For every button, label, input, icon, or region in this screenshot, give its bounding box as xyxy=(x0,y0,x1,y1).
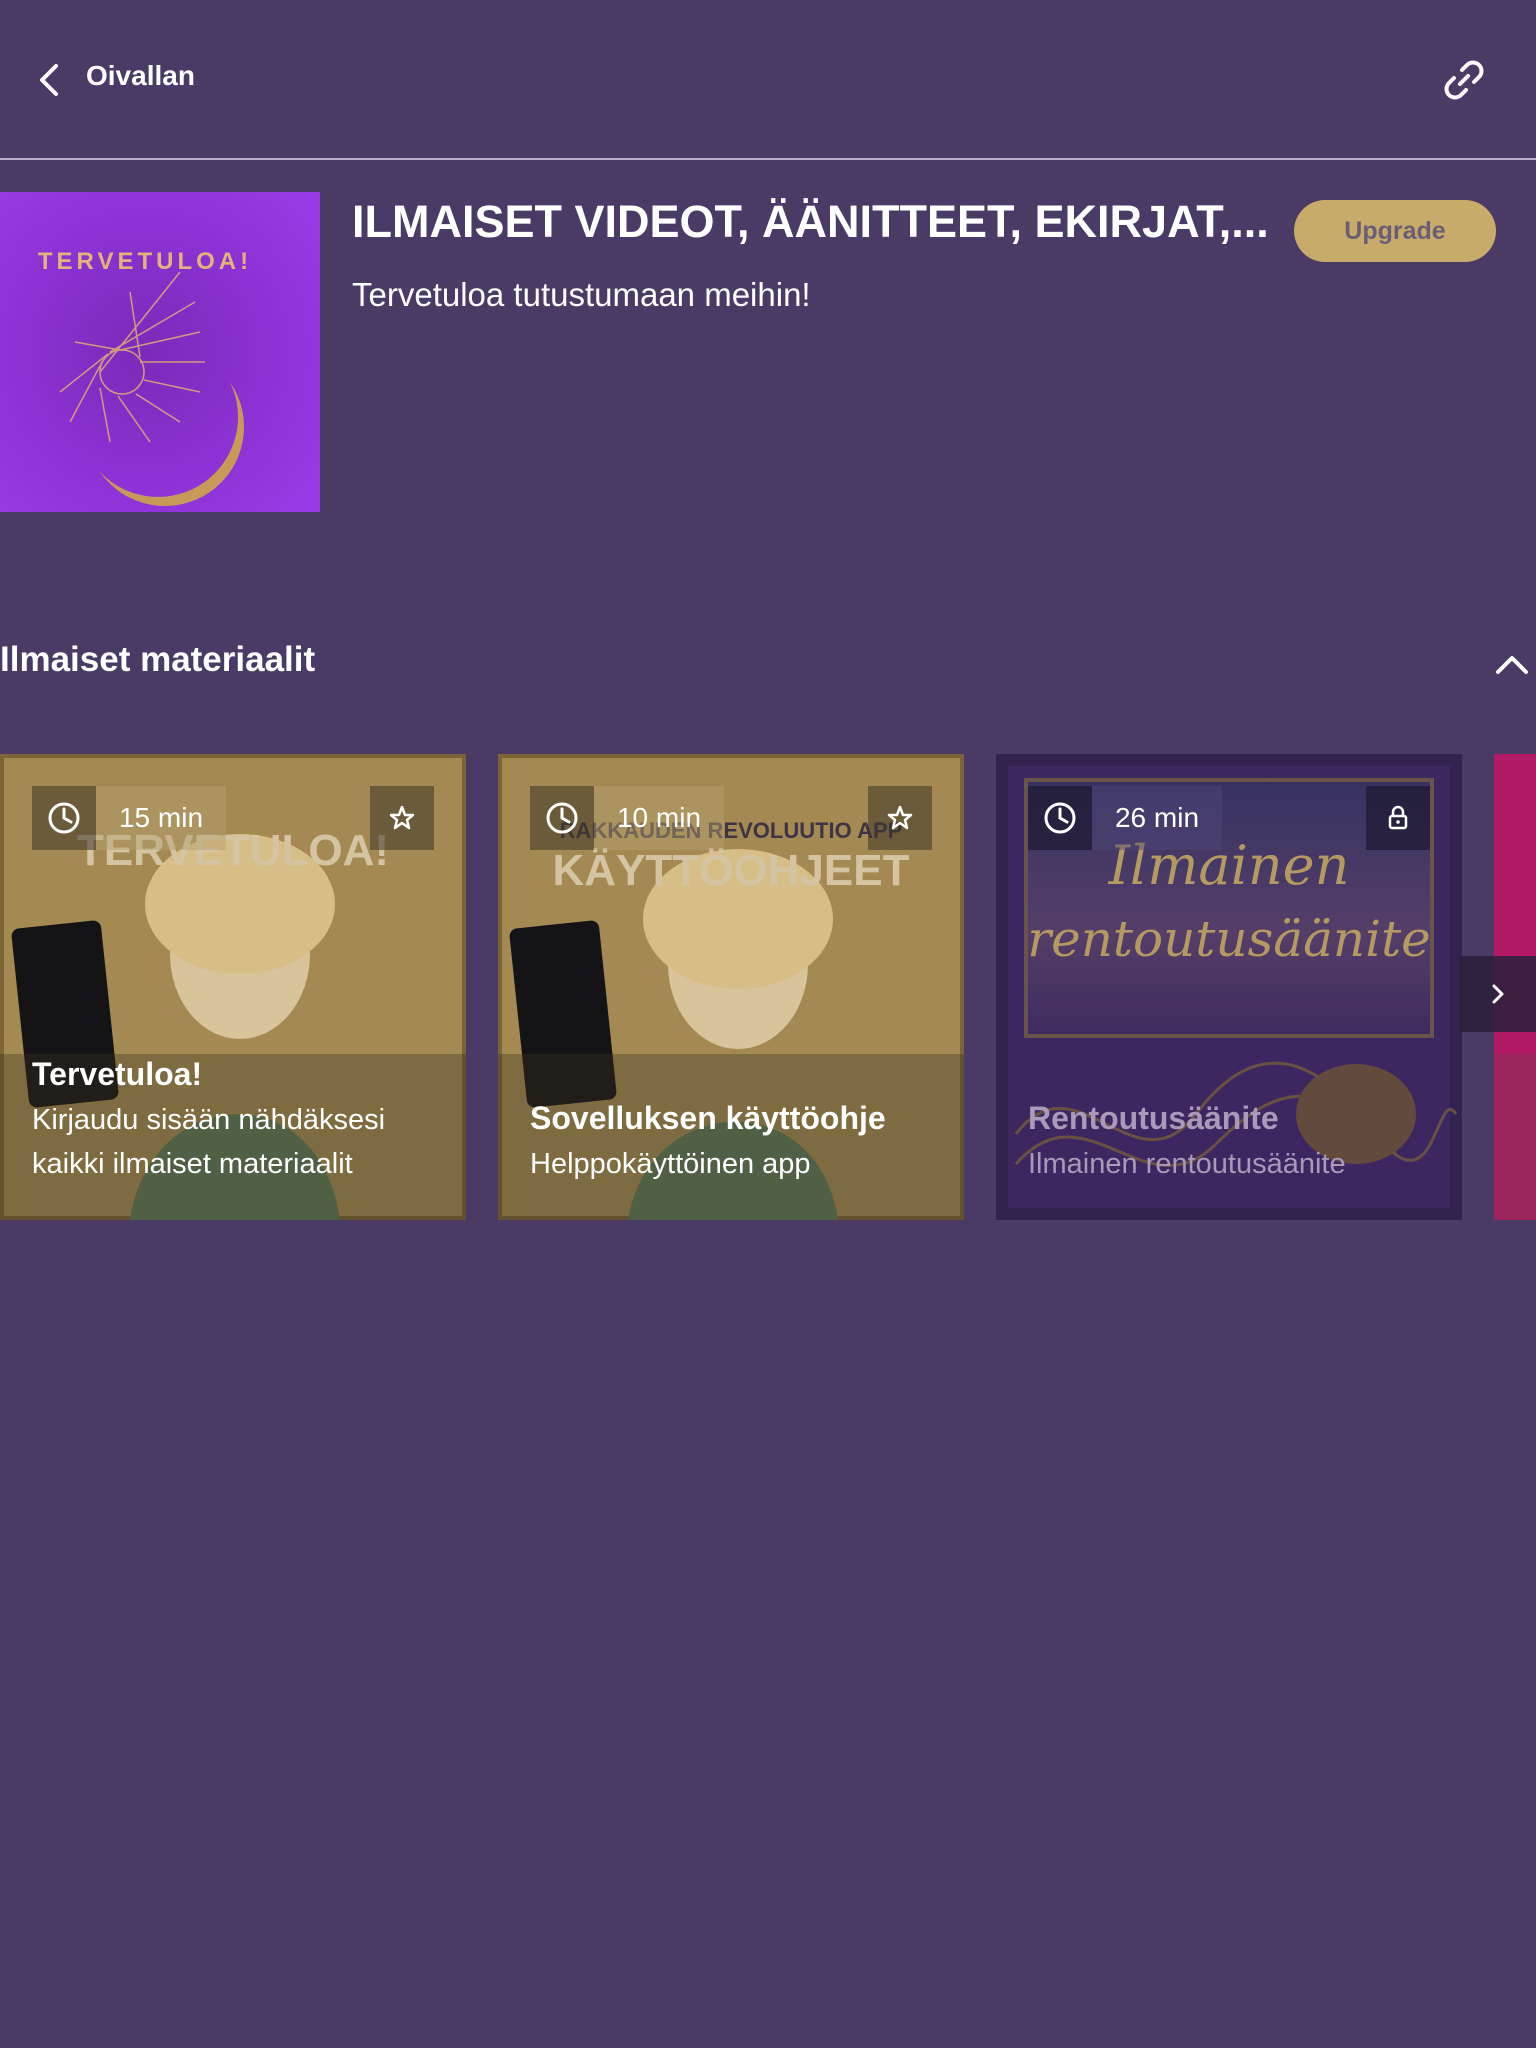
lock-icon xyxy=(1388,805,1408,830)
clock-icon xyxy=(546,802,578,834)
share-link-button[interactable] xyxy=(1440,56,1488,104)
duration-label: 15 min xyxy=(96,786,226,850)
top-bar: Oivallan xyxy=(0,0,1536,160)
card-description-line2: kaikki ilmaiset materiaalit xyxy=(32,1148,353,1180)
link-icon xyxy=(1444,60,1484,100)
card-thumbnail-text-2: rentoutusäänite xyxy=(1027,910,1431,968)
chevron-up-icon xyxy=(1496,656,1528,674)
duration-chip xyxy=(530,786,594,850)
card-description-line1: Ilmainen rentoutusäänite xyxy=(1028,1148,1346,1180)
chevron-left-icon xyxy=(40,64,58,96)
cover-text: TERVETULOA! xyxy=(37,248,253,275)
duration-chip xyxy=(32,786,96,850)
upgrade-button[interactable]: Upgrade xyxy=(1294,200,1496,262)
clock-icon xyxy=(1044,802,1076,834)
duration-chip xyxy=(1028,786,1092,850)
card-title: Tervetuloa! xyxy=(32,1056,203,1092)
collapse-section-button[interactable] xyxy=(1494,650,1530,678)
collection-cover-image: TERVETULOA! xyxy=(0,192,320,512)
collection-title: ILMAISET VIDEOT, ÄÄNITTEET, EKIRJAT,... xyxy=(352,196,1269,247)
card-description-line1: Helppokäyttöinen app xyxy=(530,1148,811,1180)
card-description-line1: Kirjaudu sisään nähdäksesi xyxy=(32,1104,386,1136)
chevron-right-icon xyxy=(1492,984,1504,1004)
star-icon xyxy=(887,805,913,830)
star-icon xyxy=(389,805,415,830)
duration-label: 10 min xyxy=(594,786,724,850)
back-label[interactable]: Oivallan xyxy=(86,60,195,92)
favorite-button[interactable] xyxy=(868,786,932,850)
content-card[interactable]: TERVETULOA! 15 min Tervetuloa! Kirjaudu … xyxy=(0,754,466,1220)
section-title: Ilmaiset materiaalit xyxy=(0,640,316,679)
favorite-button[interactable] xyxy=(370,786,434,850)
carousel-next-button[interactable] xyxy=(1460,956,1536,1032)
duration-label: 26 min xyxy=(1092,786,1222,850)
card-title: Sovelluksen käyttöohje xyxy=(530,1100,886,1136)
back-button[interactable] xyxy=(34,58,66,102)
content-card[interactable]: RAKKAUDEN REVOLUUTIO APP KÄYTTÖOHJEET 10… xyxy=(498,754,964,1220)
lock-badge xyxy=(1366,786,1430,850)
clock-icon xyxy=(48,802,80,834)
card-title: Rentoutusäänite xyxy=(1028,1100,1279,1136)
collection-subtitle: Tervetuloa tutustumaan meihin! xyxy=(352,276,811,313)
card-thumbnail-text: KÄYTTÖOHJEET xyxy=(552,846,910,895)
content-card-locked[interactable]: Ilmainen rentoutusäänite 26 min Rentoutu… xyxy=(996,754,1462,1220)
